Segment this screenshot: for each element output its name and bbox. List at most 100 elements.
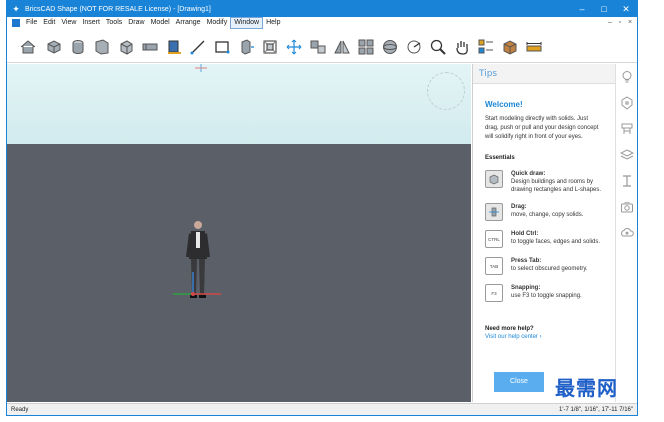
wall-tool[interactable] [91, 36, 113, 58]
drag-icon [485, 203, 503, 221]
cube-tool[interactable] [115, 36, 137, 58]
frame-tool[interactable] [259, 36, 281, 58]
watermark-logo: 最需网 [555, 376, 618, 400]
mirror-tool[interactable] [331, 36, 353, 58]
tip-description: Design buildings and rooms by drawing re… [511, 179, 602, 193]
window-controls: – □ ✕ [571, 1, 637, 17]
menu-model[interactable]: Model [148, 17, 173, 29]
properties-icon[interactable] [620, 174, 634, 188]
menu-modify[interactable]: Modify [204, 17, 231, 29]
close-tips-button[interactable]: Close [494, 372, 544, 392]
line-icon [190, 40, 205, 55]
lightbulb-icon[interactable] [620, 70, 634, 84]
layers-icon[interactable] [620, 148, 634, 162]
tip-title: Press Tab: [511, 258, 542, 264]
minimize-button[interactable]: – [571, 1, 593, 17]
intro-text: Start modeling directly with solids. Jus… [485, 116, 599, 140]
dimension-tool[interactable] [523, 36, 545, 58]
menu-help[interactable]: Help [263, 17, 283, 29]
cube-icon [485, 170, 503, 188]
coordinate-readout: 1'-7 1/8", 1/16", 17'-11 7/16" [559, 407, 633, 413]
doc-restore-button[interactable]: ▫ [615, 17, 625, 29]
menu-bar: File Edit View Insert Tools Draw Model A… [7, 17, 637, 29]
push-pull-tool[interactable] [235, 36, 257, 58]
menu-edit[interactable]: Edit [40, 17, 58, 29]
tip-hold-ctrl: CTRL Hold Ctrl: to toggle faces, edges a… [485, 230, 603, 248]
tip-description: to toggle faces, edges and solids. [511, 239, 601, 245]
box-solid-tool[interactable] [43, 36, 65, 58]
copy-tool[interactable] [307, 36, 329, 58]
cloud-icon[interactable] [620, 226, 634, 240]
menu-tools[interactable]: Tools [103, 17, 125, 29]
building-icon [168, 40, 181, 54]
tip-title: Drag: [511, 204, 527, 210]
tab-key-icon: TAB [485, 257, 503, 275]
tip-title: Hold Ctrl: [511, 231, 539, 237]
tips-icon[interactable] [620, 96, 634, 110]
welcome-heading: Welcome! [485, 100, 523, 109]
main-toolbar [7, 29, 637, 63]
menu-view[interactable]: View [58, 17, 79, 29]
rectangle-tool[interactable] [211, 36, 233, 58]
model-viewport[interactable] [7, 64, 471, 402]
maximize-button[interactable]: □ [593, 1, 615, 17]
zoom-tool[interactable] [427, 36, 449, 58]
materials-tool[interactable] [499, 36, 521, 58]
measure-tool[interactable] [403, 36, 425, 58]
pan-hand-icon [456, 41, 468, 55]
mirror-icon [334, 40, 350, 54]
tip-snapping: F3 Snapping: use F3 to toggle snapping. [485, 284, 603, 302]
bricscad-logo-icon: ✦ [12, 4, 20, 14]
home-icon [20, 40, 36, 54]
tip-quick-draw: Quick draw: Design buildings and rooms b… [485, 170, 603, 194]
tips-panel-header: Tips [473, 64, 615, 84]
pan-hand-tool[interactable] [451, 36, 473, 58]
doc-close-button[interactable]: × [625, 17, 635, 29]
cylinder-solid-tool[interactable] [67, 36, 89, 58]
f3-key-icon: F3 [485, 284, 503, 302]
tips-panel: Tips Welcome! Start modeling directly wi… [472, 64, 615, 402]
document-controls: – ▫ × [605, 17, 635, 29]
application-window: ✦ BricsCAD Shape (NOT FOR RESALE License… [6, 0, 638, 416]
view-compass[interactable] [427, 72, 465, 110]
doc-minimize-button[interactable]: – [605, 17, 615, 29]
rectangle-icon [215, 41, 230, 54]
menu-draw[interactable]: Draw [125, 17, 147, 29]
beam-tool[interactable] [139, 36, 161, 58]
zoom-icon [430, 39, 446, 55]
tip-description: move, change, copy solids. [511, 212, 584, 218]
status-text: Ready [11, 407, 29, 413]
camera-icon[interactable] [620, 200, 634, 214]
menu-insert[interactable]: Insert [79, 17, 103, 29]
ctrl-key-icon: CTRL [485, 230, 503, 248]
close-window-button[interactable]: ✕ [615, 1, 637, 17]
select-icon [478, 39, 493, 54]
menu-arrange[interactable]: Arrange [173, 17, 204, 29]
help-center-link[interactable]: Visit our help center › [485, 334, 603, 340]
dimension-icon [526, 42, 542, 52]
help-heading: Need more help? [485, 326, 534, 332]
side-panel-bar [615, 64, 637, 402]
title-bar: ✦ BricsCAD Shape (NOT FOR RESALE License… [7, 1, 637, 17]
select-tool[interactable] [475, 36, 497, 58]
window-title: BricsCAD Shape (NOT FOR RESALE License) … [25, 5, 211, 13]
move-tool[interactable] [283, 36, 305, 58]
sphere-icon [383, 40, 397, 54]
menu-window[interactable]: Window [230, 17, 264, 29]
sky-background [7, 64, 471, 144]
building-tool[interactable] [163, 36, 185, 58]
status-bar: Ready 1'-7 1/8", 1/16", 17'-11 7/16" [7, 403, 637, 415]
grid-array-icon [358, 39, 374, 55]
cylinder-solid-icon [72, 40, 84, 54]
menu-file[interactable]: File [23, 17, 40, 29]
home-tool[interactable] [17, 36, 39, 58]
tip-press-tab: TAB Press Tab: to select obscured geomet… [485, 257, 603, 275]
sphere-tool[interactable] [379, 36, 401, 58]
frame-icon [263, 40, 277, 54]
tip-title: Quick draw: [511, 171, 546, 177]
grid-array-tool[interactable] [355, 36, 377, 58]
document-icon[interactable] [12, 19, 20, 27]
line-tool[interactable] [187, 36, 209, 58]
components-icon[interactable] [620, 122, 634, 136]
box-solid-icon [47, 40, 61, 54]
